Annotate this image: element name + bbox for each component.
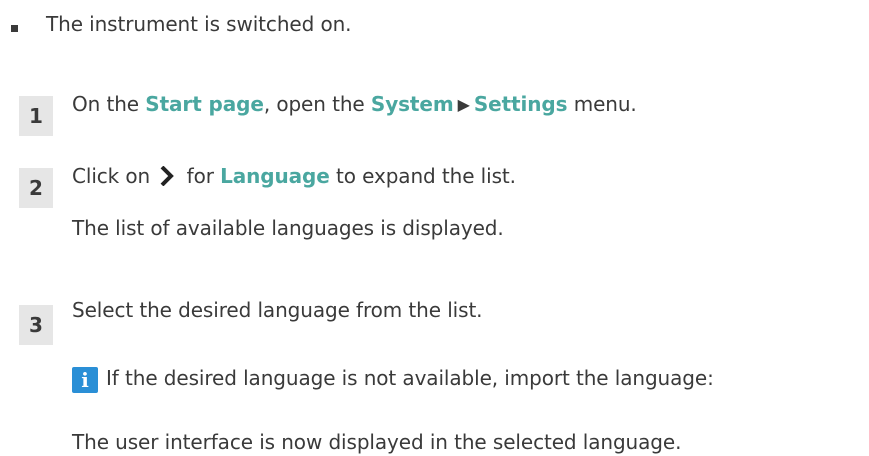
- step-1-text-part: On the: [72, 92, 146, 116]
- step-3-result: The user interface is now displayed in t…: [72, 430, 682, 454]
- step-2-text-part: for: [180, 164, 221, 188]
- info-icon: i: [72, 367, 98, 393]
- step-2-text-part: Click on: [72, 164, 157, 188]
- right-triangle-icon: ▶: [457, 95, 470, 114]
- info-note-text: If the desired language is not available…: [106, 366, 714, 390]
- system-menu-link: System: [370, 92, 454, 116]
- step-1-text-part: , open the: [263, 92, 371, 116]
- step-1-text-part: menu.: [567, 92, 637, 116]
- square-bullet-icon: [11, 25, 18, 32]
- language-link: Language: [220, 164, 330, 188]
- instruction-page: The instrument is switched on. 1 On the …: [0, 0, 869, 454]
- chevron-right-icon: [160, 165, 175, 186]
- start-page-link: Start page: [145, 92, 264, 116]
- step-number-2: 2: [19, 168, 53, 208]
- step-2-text: Click on for Language to expand the list…: [72, 162, 516, 190]
- step-1-text: On the Start page, open the System ▶ Setti…: [72, 90, 637, 120]
- settings-menu-link: Settings: [473, 92, 568, 116]
- step-number-3: 3: [19, 305, 53, 345]
- prerequisite-text: The instrument is switched on.: [46, 12, 352, 36]
- step-number-1: 1: [19, 96, 53, 136]
- info-icon-letter: i: [81, 368, 89, 392]
- step-3-text: Select the desired language from the lis…: [72, 298, 483, 322]
- step-2-result: The list of available languages is displ…: [72, 216, 504, 240]
- step-2-text-part: to expand the list.: [329, 164, 516, 188]
